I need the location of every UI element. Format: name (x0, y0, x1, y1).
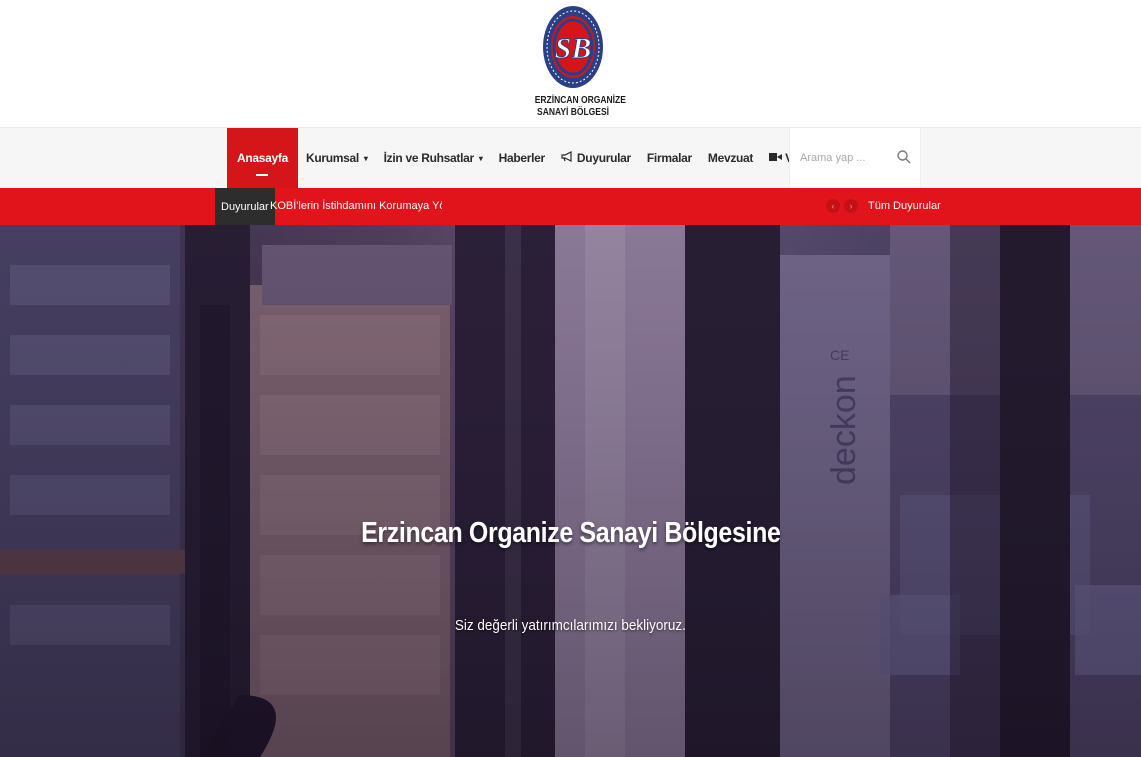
logo-emblem-icon: SB (543, 6, 603, 88)
ticker-prev-button[interactable]: ‹ (826, 199, 840, 213)
search-input[interactable] (798, 151, 892, 165)
chevron-down-icon: ▾ (478, 153, 483, 163)
nav-item-haberler[interactable]: Haberler (491, 128, 553, 188)
logo-letters: SB (555, 32, 592, 65)
megaphone-icon (561, 151, 574, 165)
ticker-next-button[interactable]: › (844, 199, 858, 213)
search-box (789, 128, 921, 188)
hero-banner: deckon CE Erzincan Organize Sanayi Bölge… (0, 225, 1141, 757)
nav-item-label: Duyurular (576, 151, 631, 165)
hero-subtitle: Siz değerli yatırımcılarımızı bekliyoruz… (0, 617, 1141, 634)
hero-title: Erzincan Organize Sanayi Bölgesine (0, 517, 1141, 550)
nav-item-label: İzin ve Ruhsatlar (383, 151, 475, 165)
site-name-line2: SANAYİ BÖLGESİ (537, 107, 609, 118)
video-camera-icon (769, 152, 783, 165)
nav-item-firmalar[interactable]: Firmalar (639, 128, 700, 188)
nav-item-label: Anasayfa (237, 151, 288, 165)
search-icon[interactable] (896, 149, 912, 165)
active-indicator (256, 174, 269, 176)
hero-title-text: Erzincan Organize Sanayi Bölgesine (360, 517, 781, 549)
ticker-controls: ‹ › (826, 199, 858, 213)
hero-background-image: deckon CE (0, 225, 1141, 757)
nav-item-i-zin-ve-ruhsatlar[interactable]: İzin ve Ruhsatlar ▾ (376, 128, 491, 188)
nav-item-label: Firmalar (646, 151, 692, 165)
announcement-ticker: Duyurular KOBİ'lerin İstihdamını Korumay… (0, 188, 1141, 225)
nav-item-mevzuat[interactable]: Mevzuat (700, 128, 761, 188)
nav-menu: Anasayfa Kurumsal ▾ İzin ve Ruhsatlar ▾ Haber… (227, 128, 879, 188)
nav-item-label: Mevzuat (707, 151, 754, 165)
nav-item-label: Haberler (498, 151, 546, 165)
nav-item-duyurular[interactable]: Duyurular (553, 128, 639, 188)
site-header: SB ERZİNCAN ORGANİZE SANAYİ BÖLGESİ (0, 0, 1141, 127)
nav-item-kurumsal[interactable]: Kurumsal ▾ (298, 128, 376, 188)
site-logo[interactable]: SB ERZİNCAN ORGANİZE SANAYİ BÖLGESİ (528, 3, 626, 123)
ticker-label: Duyurular (215, 188, 275, 225)
hero-subtitle-text: Siz değerli yatırımcılarımızı bekliyoruz… (454, 617, 687, 634)
site-name: ERZİNCAN ORGANİZE SANAYİ BÖLGESİ (534, 95, 626, 119)
main-navigation: Anasayfa Kurumsal ▾ İzin ve Ruhsatlar ▾ Haber… (0, 127, 1141, 188)
site-name-line1: ERZİNCAN ORGANİZE (534, 95, 626, 106)
chevron-down-icon: ▾ (363, 153, 368, 163)
ticker-headline[interactable]: KOBİ'lerin İstihdamını Korumaya Yönelik … (270, 188, 442, 225)
all-announcements-link[interactable]: Tüm Duyurular (868, 188, 941, 225)
nav-item-anasayfa[interactable]: Anasayfa (227, 128, 298, 188)
nav-item-label: Kurumsal (305, 151, 359, 165)
